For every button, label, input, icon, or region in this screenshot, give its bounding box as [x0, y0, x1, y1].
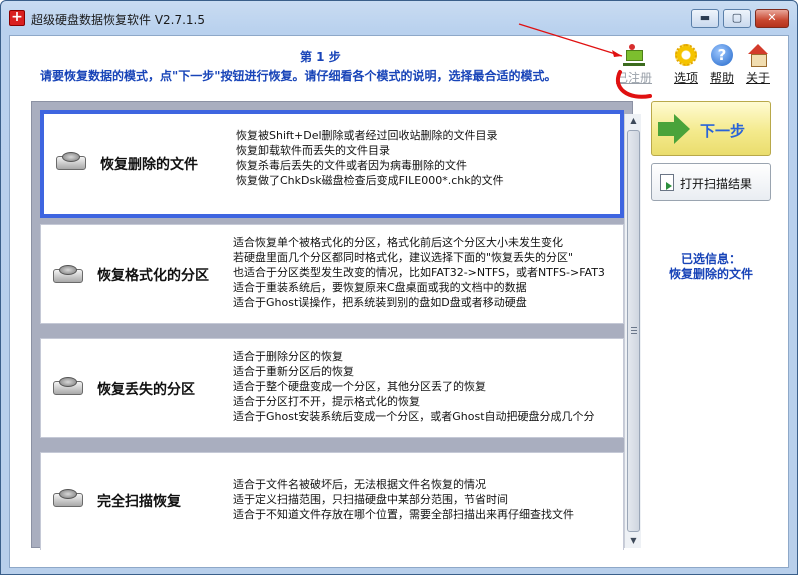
- mode-description: 适合于文件名被破坏后，无法根据文件名恢复的情况 适于定义扫描范围，只扫描硬盘中某部…: [233, 478, 574, 521]
- step-description: 请要恢复数据的模式，点"下一步"按钮进行恢复。请仔细看各个模式的说明，选择最合适…: [40, 69, 557, 83]
- open-scan-result-label: 打开扫描结果: [680, 177, 753, 191]
- mode-name: 恢复丢失的分区: [97, 382, 195, 398]
- registered-button[interactable]: 已注册: [616, 44, 652, 86]
- disk-icon: [53, 265, 83, 285]
- title-bar[interactable]: + 超级硬盘数据恢复软件 V2.7.1.5 ▬ ▢ ✕: [1, 1, 797, 35]
- minimize-button[interactable]: ▬: [691, 9, 719, 28]
- selection-info: 已选信息： 恢复删除的文件: [651, 252, 771, 282]
- mode-description: 适合恢复单个被格式化的分区，格式化前后这个分区大小未发生变化 若硬盘里面几个分区都…: [233, 236, 605, 309]
- help-button[interactable]: ? 帮助: [704, 44, 740, 86]
- arrow-right-icon: [658, 114, 692, 144]
- mode-description: 恢复被Shift+Del删除或者经过回收站删除的文件目录 恢复卸载软件而丢失的文件…: [236, 129, 504, 187]
- mode-item-recover-lost-partition[interactable]: 恢复丢失的分区 适合于删除分区的恢复 适合于重新分区后的恢复 适合于整个硬盘变成一个…: [40, 338, 624, 438]
- next-step-button[interactable]: 下一步: [651, 101, 771, 156]
- help-label: 帮助: [709, 71, 734, 85]
- next-step-label: 下一步: [700, 122, 746, 140]
- mode-item-full-scan[interactable]: 完全扫描恢复 适合于文件名被破坏后，无法根据文件名恢复的情况 适于定义扫描范围，只…: [40, 452, 624, 550]
- mode-name: 恢复格式化的分区: [97, 268, 209, 284]
- scroll-thumb[interactable]: [627, 130, 640, 532]
- scroll-up-arrow-icon[interactable]: ▲: [625, 114, 642, 128]
- selection-info-title: 已选信息：: [680, 252, 741, 266]
- disk-icon: [56, 152, 86, 172]
- mode-name: 完全扫描恢复: [97, 494, 181, 510]
- mode-name: 恢复删除的文件: [100, 157, 198, 173]
- scroll-down-arrow-icon[interactable]: ▼: [625, 534, 642, 548]
- open-scan-result-button[interactable]: 打开扫描结果: [651, 163, 771, 201]
- help-icon: ?: [711, 44, 733, 66]
- cart-icon: [623, 44, 645, 66]
- mode-description: 适合于删除分区的恢复 适合于重新分区后的恢复 适合于整个硬盘变成一个分区，其他分区丢…: [233, 350, 595, 423]
- open-file-icon: [660, 174, 674, 191]
- mode-list-scrollbar[interactable]: ▲ ▼: [624, 114, 641, 548]
- hdd-icon: [53, 489, 83, 509]
- about-label: 关于: [745, 71, 770, 85]
- options-button[interactable]: 选项: [668, 44, 704, 86]
- step-title: 第 1 步: [300, 50, 341, 64]
- gear-icon: [675, 44, 697, 66]
- close-button[interactable]: ✕: [755, 9, 789, 28]
- maximize-button[interactable]: ▢: [723, 9, 751, 28]
- mode-item-recover-deleted[interactable]: 恢复删除的文件 恢复被Shift+Del删除或者经过回收站删除的文件目录 恢复卸载…: [40, 110, 624, 218]
- window-title: 超级硬盘数据恢复软件 V2.7.1.5: [31, 13, 206, 27]
- options-label: 选项: [673, 71, 698, 85]
- app-logo-icon: +: [9, 10, 25, 26]
- registered-label: 已注册: [616, 71, 653, 85]
- selection-info-value: 恢复删除的文件: [668, 267, 753, 281]
- about-button[interactable]: 关于: [740, 44, 776, 86]
- home-icon: [747, 44, 769, 67]
- hdd-icon: [53, 377, 83, 397]
- client-area: 第 1 步 请要恢复数据的模式，点"下一步"按钮进行恢复。请仔细看各个模式的说明…: [9, 35, 789, 568]
- mode-list: 恢复删除的文件 恢复被Shift+Del删除或者经过回收站删除的文件目录 恢复卸载…: [31, 101, 633, 550]
- mode-item-recover-formatted[interactable]: 恢复格式化的分区 适合恢复单个被格式化的分区，格式化前后这个分区大小未发生变化若…: [40, 224, 624, 324]
- app-window: + 超级硬盘数据恢复软件 V2.7.1.5 ▬ ▢ ✕ 第 1 步 请要恢复数据…: [0, 0, 798, 575]
